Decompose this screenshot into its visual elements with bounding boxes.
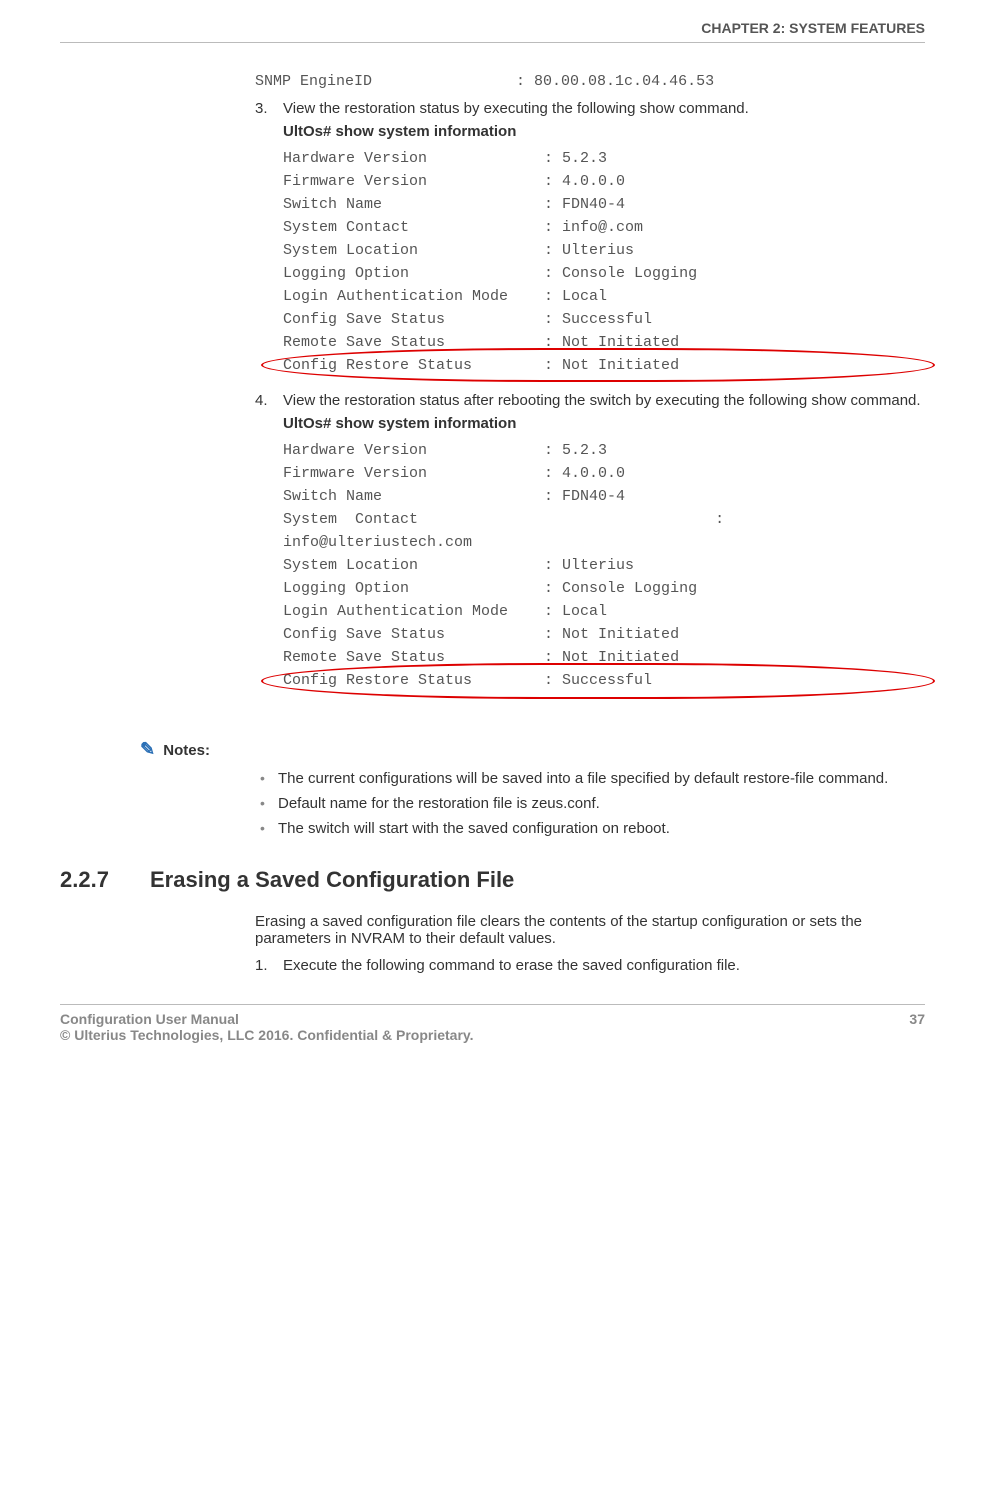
step3-out-2: Switch Name : FDN40-4 [283,196,925,213]
step3-out-3: System Contact : info@.com [283,219,925,236]
section-title: Erasing a Saved Configuration File [150,867,514,893]
erase-step1-text: Execute the following command to erase t… [283,957,925,974]
step4-out-0: Hardware Version : 5.2.3 [283,442,925,459]
step4-out-1: Firmware Version : 4.0.0.0 [283,465,925,482]
footer-title: Configuration User Manual [60,1011,474,1027]
step4-number: 4. [255,392,283,409]
step4-text: View the restoration status after reboot… [283,392,925,409]
chapter-header: CHAPTER 2: SYSTEM FEATURES [60,20,925,43]
note-item-1: Default name for the restoration file is… [278,795,600,812]
footer-page-number: 37 [909,1011,925,1043]
step3-out-8: Remote Save Status : Not Initiated [283,334,925,351]
notes-heading: ✎ Notes: [140,739,925,760]
step3-out-6: Login Authentication Mode : Local [283,288,925,305]
step4-out-2: Switch Name : FDN40-4 [283,488,925,505]
footer-copyright: © Ulterius Technologies, LLC 2016. Confi… [60,1027,474,1043]
section-number: 2.2.7 [60,867,150,893]
step3-out-0: Hardware Version : 5.2.3 [283,150,925,167]
step4-out-10: Config Restore Status : Successful [283,672,925,689]
step3-text: View the restoration status by executing… [283,100,925,117]
step4-out-8: Config Save Status : Not Initiated [283,626,925,643]
notes-label: Notes: [163,742,210,759]
step3-out-9: Config Restore Status : Not Initiated [283,357,925,374]
pencil-icon: ✎ [140,739,155,759]
erase-step1-number: 1. [255,957,283,974]
step3-command: UltOs# show system information [283,123,925,140]
step3-out-5: Logging Option : Console Logging [283,265,925,282]
step4-out-3: System Contact : [283,511,925,528]
note-item-2: The switch will start with the saved con… [278,820,670,837]
step4-out-6: Logging Option : Console Logging [283,580,925,597]
step3-out-1: Firmware Version : 4.0.0.0 [283,173,925,190]
bullet-icon: • [260,820,278,837]
note-item-0: The current configurations will be saved… [278,770,888,787]
step4-out-9: Remote Save Status : Not Initiated [283,649,925,666]
bullet-icon: • [260,795,278,812]
step3-out-4: System Location : Ulterius [283,242,925,259]
snmp-line: SNMP EngineID : 80.00.08.1c.04.46.53 [255,73,925,90]
step3-number: 3. [255,100,283,117]
step4-out-4: info@ulteriustech.com [283,534,925,551]
step3-out-7: Config Save Status : Successful [283,311,925,328]
bullet-icon: • [260,770,278,787]
step4-command: UltOs# show system information [283,415,925,432]
step4-out-5: System Location : Ulterius [283,557,925,574]
section-intro: Erasing a saved configuration file clear… [255,913,925,947]
step4-out-7: Login Authentication Mode : Local [283,603,925,620]
